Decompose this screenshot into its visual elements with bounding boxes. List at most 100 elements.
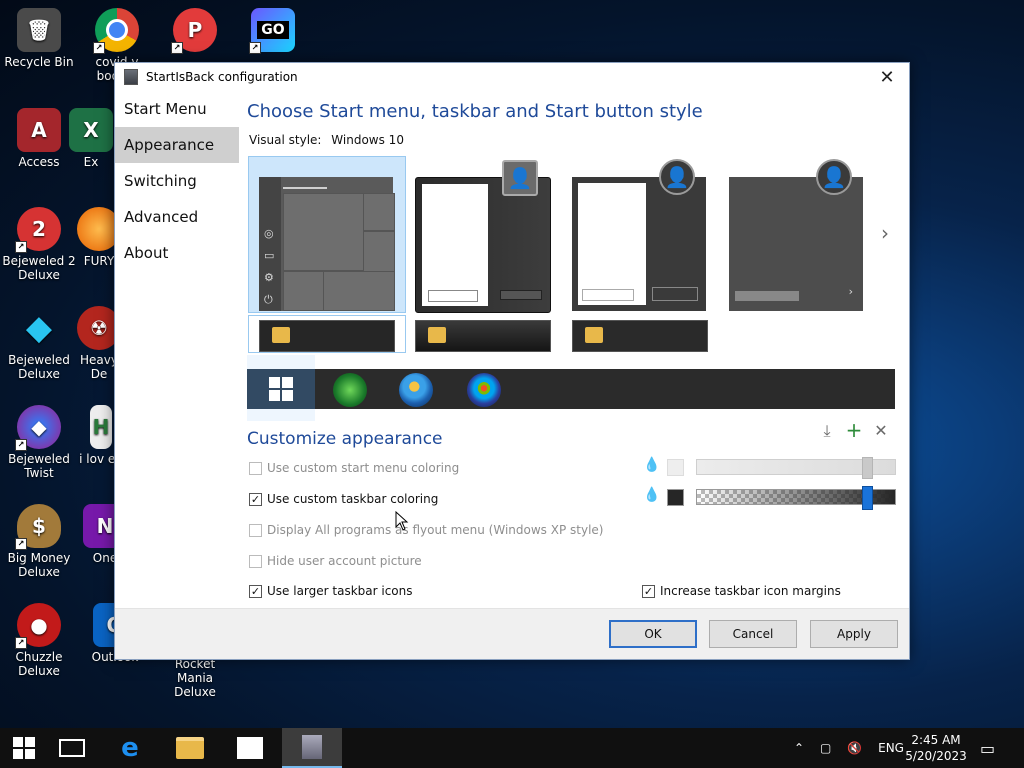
shortcut-arrow-icon: ↗ bbox=[15, 538, 27, 550]
slider-thumb[interactable] bbox=[862, 486, 873, 510]
desktop-icon-excel[interactable]: X Ex bbox=[66, 108, 116, 169]
nav-appearance[interactable]: Appearance bbox=[115, 127, 239, 163]
flyout-menu-option[interactable]: Display All programs as flyout menu (Win… bbox=[249, 523, 603, 537]
chuzzle-icon: ● ↗ bbox=[15, 603, 61, 649]
taskbar: e ⌃ ▢ 🔇 ENG 2:45 AM 5/20/2023 ▭ bbox=[0, 728, 1024, 768]
power-icon: ⏻ bbox=[264, 293, 273, 306]
style-2-taskbar-preview[interactable] bbox=[415, 320, 551, 352]
edge-button[interactable]: e bbox=[106, 728, 154, 768]
desktop-icon-big-money[interactable]: $ ↗ Big Money Deluxe bbox=[0, 504, 78, 579]
user-avatar-icon: 👤 bbox=[816, 159, 852, 195]
nav-about[interactable]: About bbox=[115, 235, 239, 271]
start-menu-opacity-slider[interactable] bbox=[696, 457, 896, 479]
clover-orb-button[interactable] bbox=[333, 373, 367, 407]
desktop-icon-label: Bejeweled Deluxe bbox=[8, 353, 70, 381]
remove-icon[interactable]: ✕ bbox=[871, 421, 891, 441]
bejeweled-2-icon: 2 ↗ bbox=[15, 207, 61, 253]
start-button[interactable] bbox=[0, 728, 48, 768]
file-explorer-button[interactable] bbox=[166, 728, 214, 768]
slider-thumb[interactable] bbox=[862, 457, 873, 479]
network-icon[interactable]: ▢ bbox=[820, 741, 831, 755]
next-styles-arrow[interactable]: › bbox=[881, 221, 889, 245]
add-icon[interactable]: + bbox=[844, 418, 864, 442]
windows10-start-button[interactable] bbox=[247, 369, 315, 409]
taskbar-opacity-slider[interactable] bbox=[696, 486, 896, 510]
store-button[interactable] bbox=[226, 728, 274, 768]
ok-button[interactable]: OK bbox=[609, 620, 697, 648]
notification-icon: ▭ bbox=[980, 738, 996, 758]
apply-button[interactable]: Apply bbox=[810, 620, 898, 648]
goland-icon: GO ↗ bbox=[249, 8, 295, 54]
desktop-icon-bejeweled-twist[interactable]: ◆ ↗ Bejeweled Twist bbox=[0, 405, 78, 480]
user-avatar-icon: 👤 bbox=[502, 160, 538, 196]
vista-orb-button[interactable] bbox=[467, 373, 501, 407]
appearance-panel: Choose Start menu, taskbar and Start but… bbox=[247, 91, 903, 611]
checkbox[interactable] bbox=[249, 554, 262, 568]
option-label: Use custom start menu coloring bbox=[267, 461, 460, 475]
task-view-icon bbox=[59, 739, 85, 757]
shortcut-arrow-icon: ↗ bbox=[15, 439, 27, 451]
settings-nav: Start Menu Appearance Switching Advanced… bbox=[115, 91, 239, 271]
recycle-bin-icon: 🗑 bbox=[17, 8, 61, 52]
chrome-icon: ↗ bbox=[93, 8, 139, 54]
close-button[interactable]: ✕ bbox=[865, 63, 909, 91]
checkbox-checked[interactable]: ✓ bbox=[642, 584, 655, 598]
visual-style-value[interactable]: Windows 10 bbox=[331, 133, 404, 147]
checkbox-checked[interactable]: ✓ bbox=[249, 492, 262, 506]
window-title: StartIsBack configuration bbox=[146, 70, 298, 84]
style-option-3[interactable] bbox=[572, 177, 706, 311]
checkbox-checked[interactable]: ✓ bbox=[249, 584, 262, 598]
user-avatar-icon: 👤 bbox=[659, 159, 695, 195]
user-icon: ◎ bbox=[264, 227, 274, 240]
nav-advanced[interactable]: Advanced bbox=[115, 199, 239, 235]
option-label: Use larger taskbar icons bbox=[267, 584, 413, 598]
style-3-taskbar-preview[interactable] bbox=[572, 320, 708, 352]
store-icon bbox=[237, 737, 263, 759]
desktop-icon-recycle-bin[interactable]: 🗑 Recycle Bin bbox=[0, 8, 78, 69]
option-label: Use custom taskbar coloring bbox=[267, 492, 439, 506]
excel-icon: X bbox=[69, 108, 113, 152]
chevron-up-icon[interactable]: ⌃ bbox=[794, 741, 804, 755]
windows7-orb-button[interactable] bbox=[399, 373, 433, 407]
style-option-2[interactable] bbox=[415, 177, 551, 313]
action-center-button[interactable]: ▭ bbox=[980, 728, 1004, 768]
title-bar[interactable]: StartIsBack configuration ✕ bbox=[115, 63, 909, 91]
mouse-cursor-icon bbox=[395, 511, 409, 531]
task-view-button[interactable] bbox=[48, 728, 96, 768]
icon-margins-option[interactable]: ✓ Increase taskbar icon margins bbox=[642, 584, 841, 598]
folder-icon: ▭ bbox=[264, 249, 275, 262]
style-1-menu-preview: ◎ ▭ ⚙ ⏻ bbox=[259, 177, 395, 311]
desktop-icon-goland[interactable]: GO ↗ bbox=[234, 8, 312, 55]
clock[interactable]: 2:45 AM 5/20/2023 bbox=[896, 732, 976, 764]
visual-style-row: Visual style: Windows 10 bbox=[249, 133, 404, 147]
bejeweled-twist-icon: ◆ ↗ bbox=[15, 405, 61, 451]
edge-icon: e bbox=[121, 733, 139, 763]
hide-user-picture-option[interactable]: Hide user account picture bbox=[249, 554, 422, 568]
checkbox[interactable] bbox=[249, 461, 262, 475]
system-tray: ⌃ ▢ 🔇 ENG bbox=[794, 728, 904, 768]
startisback-taskbar-button[interactable] bbox=[282, 728, 342, 768]
volume-muted-icon[interactable]: 🔇 bbox=[847, 741, 862, 755]
desktop-icon-chuzzle[interactable]: ● ↗ Chuzzle Deluxe bbox=[0, 603, 78, 678]
taskbar-color-swatch[interactable] bbox=[667, 489, 684, 506]
clock-date: 5/20/2023 bbox=[905, 749, 967, 763]
desktop-icon-bejeweled-deluxe[interactable]: ◆ Bejeweled Deluxe bbox=[0, 306, 78, 381]
checkbox[interactable] bbox=[249, 523, 262, 537]
custom-start-menu-coloring-option[interactable]: Use custom start menu coloring bbox=[249, 461, 459, 475]
desktop-icon-bejeweled-2[interactable]: 2 ↗ Bejeweled 2 Deluxe bbox=[0, 207, 78, 282]
money-bag-icon: $ ↗ bbox=[15, 504, 61, 550]
desktop-icon-label: Ex bbox=[83, 155, 99, 169]
customize-appearance-heading: Customize appearance bbox=[247, 429, 443, 449]
cancel-button[interactable]: Cancel bbox=[709, 620, 797, 648]
nav-start-menu[interactable]: Start Menu bbox=[115, 91, 239, 127]
style-option-4[interactable]: › bbox=[729, 177, 863, 311]
desktop-icon-p-app[interactable]: P ↗ bbox=[156, 8, 234, 55]
download-icon[interactable]: ⤓ bbox=[817, 421, 837, 441]
start-menu-color-swatch[interactable] bbox=[667, 459, 684, 476]
document-icon: H bbox=[90, 405, 112, 449]
custom-taskbar-coloring-option[interactable]: ✓ Use custom taskbar coloring bbox=[249, 492, 438, 506]
nav-switching[interactable]: Switching bbox=[115, 163, 239, 199]
dialog-footer: OK Cancel Apply bbox=[115, 608, 909, 659]
folder-icon bbox=[428, 327, 446, 343]
larger-taskbar-icons-option[interactable]: ✓ Use larger taskbar icons bbox=[249, 584, 413, 598]
